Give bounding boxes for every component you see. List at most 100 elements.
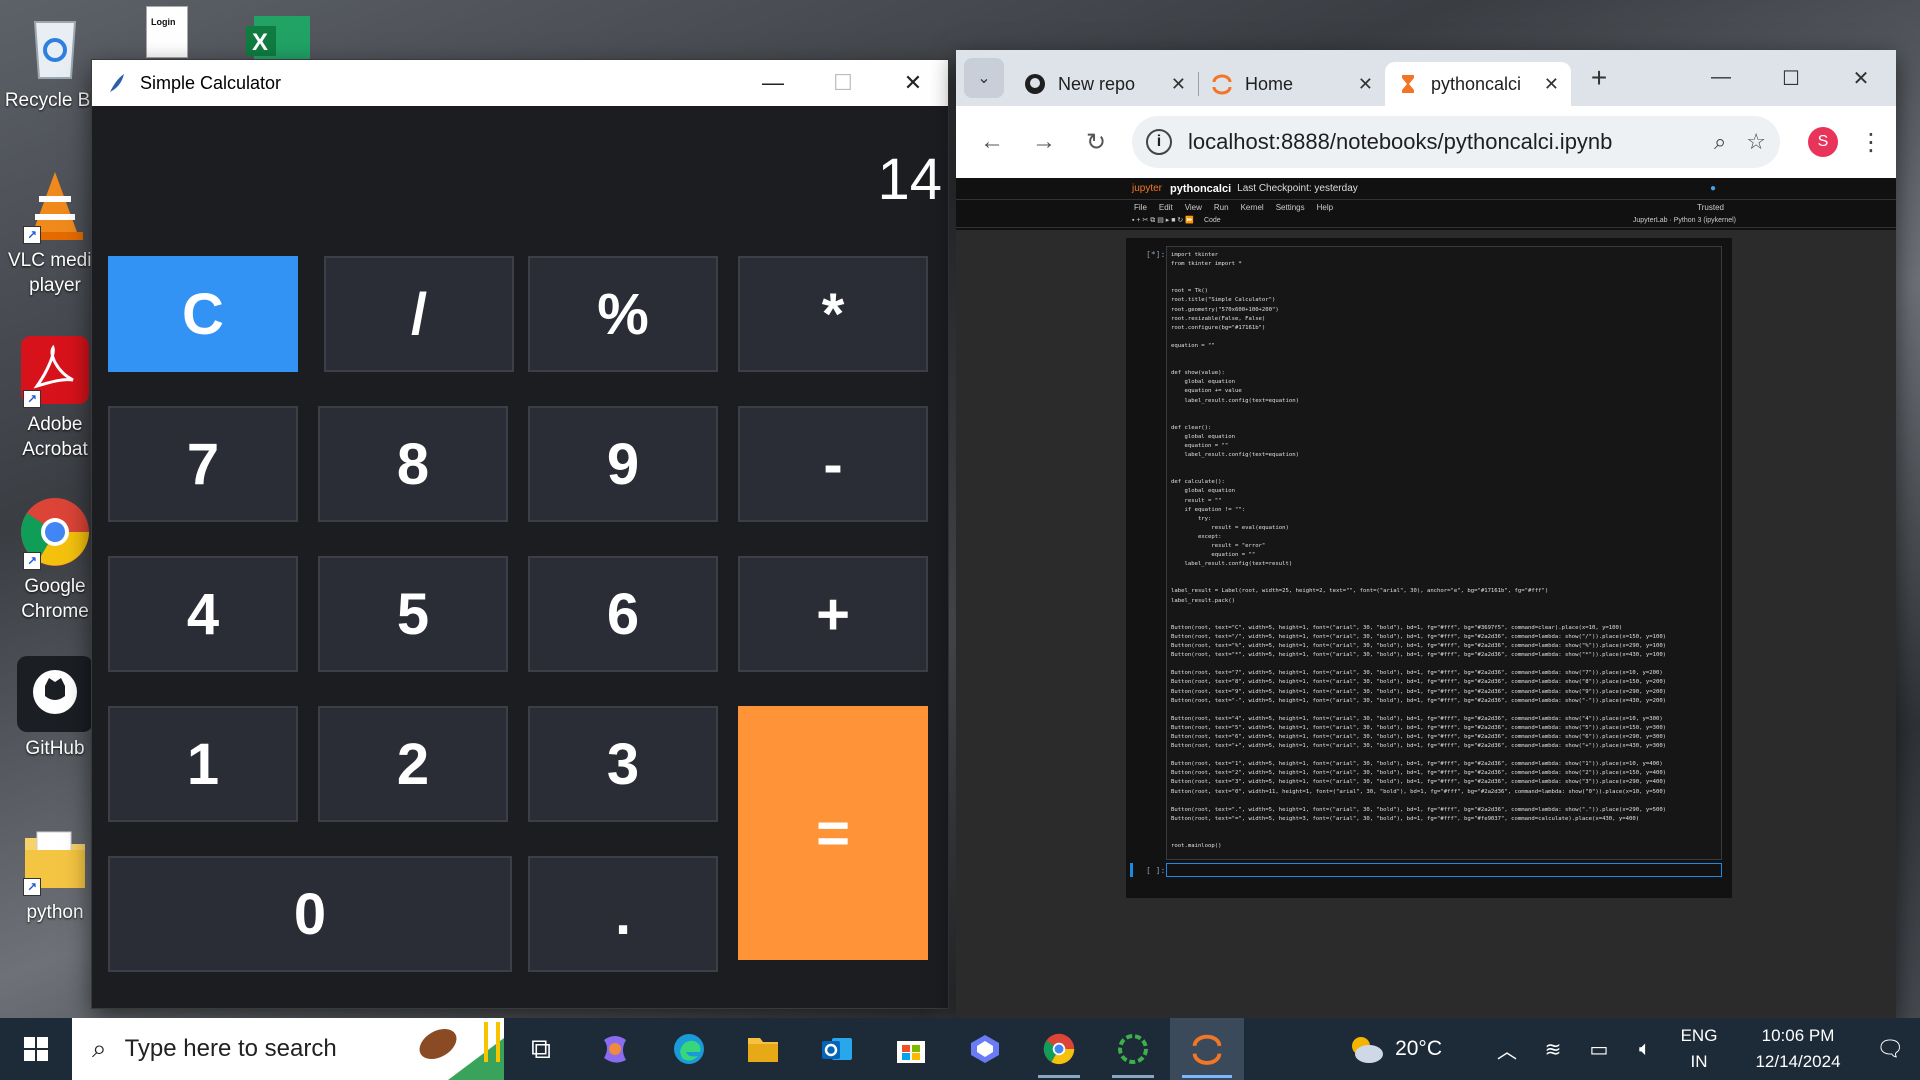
menu-file[interactable]: File: [1134, 203, 1147, 212]
close-tab-icon[interactable]: ✕: [1358, 74, 1373, 95]
microsoft-store-icon[interactable]: [874, 1018, 948, 1080]
shortcut-arrow-icon: ↗: [23, 226, 41, 244]
calculator-display: 14: [877, 147, 942, 212]
minimize-button[interactable]: —: [1686, 66, 1756, 91]
power-automate-icon[interactable]: [948, 1018, 1022, 1080]
reload-icon[interactable]: ↻: [1070, 128, 1122, 157]
one-button[interactable]: 1: [108, 706, 298, 822]
six-button[interactable]: 6: [528, 556, 718, 672]
excel-icon[interactable]: X: [240, 12, 314, 60]
github-icon: [1025, 74, 1045, 94]
notification-center-icon[interactable]: 🗨︎: [1860, 1036, 1920, 1062]
copilot-icon[interactable]: [578, 1018, 652, 1080]
desktop-icon-label: VLC media player: [8, 250, 102, 296]
system-tray: 20°C ︿ ≋ ▭ 🔈︎ ENG IN 10:06 PM 12/14/2024…: [1347, 1023, 1920, 1075]
active-cell-indicator: [1130, 863, 1133, 877]
profile-avatar[interactable]: S: [1808, 127, 1838, 157]
desktop-icon-label: GitHub: [25, 738, 85, 759]
weather-widget[interactable]: 20°C: [1347, 1032, 1442, 1066]
seven-button[interactable]: 7: [108, 406, 298, 522]
close-button[interactable]: ✕: [1826, 66, 1896, 91]
calculator-window: Simple Calculator — ☐ ✕ 14 C / % * 7 8 9…: [92, 60, 948, 1008]
battery-icon[interactable]: ▭: [1576, 1037, 1622, 1062]
menu-kernel[interactable]: Kernel: [1241, 203, 1264, 212]
minus-button[interactable]: -: [738, 406, 928, 522]
start-button[interactable]: [0, 1018, 72, 1080]
trusted-badge[interactable]: Trusted: [1697, 203, 1724, 212]
menu-help[interactable]: Help: [1317, 203, 1333, 212]
back-arrow-icon[interactable]: ←: [966, 128, 1018, 156]
tab-pythoncalci[interactable]: pythoncalci ✕: [1385, 62, 1571, 106]
zero-button[interactable]: 0: [108, 856, 512, 972]
calculator-titlebar[interactable]: Simple Calculator — ☐ ✕: [92, 60, 948, 106]
jupyter-header: jupyter pythoncalci Last Checkpoint: yes…: [956, 178, 1896, 200]
nine-button[interactable]: 9: [528, 406, 718, 522]
toolbar-icons[interactable]: ▪ + ✂ ⧉ ▤ ▸ ■ ↻ ⏩: [1132, 216, 1194, 225]
desktop-icon-label: python: [26, 902, 84, 923]
shortcut-arrow-icon: ↗: [23, 390, 41, 408]
code-cell[interactable]: import tkinter from tkinter import * roo…: [1166, 246, 1722, 860]
github-icon: [17, 656, 93, 732]
minimize-button[interactable]: —: [738, 60, 808, 106]
desktop-icon-label: Recycle Bin: [4, 90, 106, 111]
jupyter-icon: [1212, 74, 1232, 95]
five-button[interactable]: 5: [318, 556, 508, 672]
notebook-area: [*]: import tkinter from tkinter import …: [956, 230, 1896, 1018]
jupyter-taskbar-icon[interactable]: [1170, 1018, 1244, 1080]
close-tab-icon[interactable]: ✕: [1171, 74, 1186, 95]
wifi-icon[interactable]: ≋: [1530, 1037, 1576, 1062]
multiply-button[interactable]: *: [738, 256, 928, 372]
task-view-icon[interactable]: ⧉: [504, 1018, 578, 1080]
forward-arrow-icon[interactable]: →: [1018, 128, 1070, 156]
zoom-icon[interactable]: ⌕: [1714, 129, 1726, 155]
new-tab-button[interactable]: +: [1579, 62, 1619, 94]
close-button[interactable]: ✕: [878, 60, 948, 106]
tab-label: pythoncalci: [1431, 73, 1522, 94]
tab-new-repo[interactable]: New repo ✕: [1012, 62, 1198, 106]
chrome-taskbar-icon[interactable]: [1022, 1018, 1096, 1080]
temperature: 20°C: [1395, 1037, 1442, 1060]
show-hidden-icons-chevron-icon[interactable]: ︿: [1484, 1035, 1530, 1064]
divide-button[interactable]: /: [324, 256, 514, 372]
menu-view[interactable]: View: [1185, 203, 1202, 212]
site-info-icon[interactable]: i: [1146, 129, 1172, 155]
bookmark-star-icon[interactable]: ☆: [1746, 129, 1766, 155]
clear-button[interactable]: C: [108, 256, 298, 372]
dot-button[interactable]: .: [528, 856, 718, 972]
taskbar-search-box[interactable]: ⌕ Type here to search: [72, 1018, 504, 1080]
tab-home[interactable]: Home ✕: [1199, 62, 1385, 106]
jupyter-logo[interactable]: jupyter: [1132, 183, 1162, 194]
tab-label: New repo: [1058, 73, 1136, 94]
plus-button[interactable]: +: [738, 556, 928, 672]
close-tab-icon[interactable]: ✕: [1544, 74, 1559, 95]
clock[interactable]: 10:06 PM 12/14/2024: [1736, 1023, 1860, 1075]
tab-search-button[interactable]: ⌄: [964, 58, 1004, 98]
percent-button[interactable]: %: [528, 256, 718, 372]
checkpoint-text: Last Checkpoint: yesterday: [1237, 183, 1358, 194]
anaconda-icon[interactable]: [1096, 1018, 1170, 1080]
file-explorer-icon[interactable]: [726, 1018, 800, 1080]
language-indicator[interactable]: ENG IN: [1674, 1023, 1724, 1075]
menu-run[interactable]: Run: [1214, 203, 1229, 212]
notebook-name[interactable]: pythoncalci: [1170, 183, 1231, 195]
empty-code-cell[interactable]: [1166, 863, 1722, 877]
menu-edit[interactable]: Edit: [1159, 203, 1173, 212]
four-button[interactable]: 4: [108, 556, 298, 672]
two-button[interactable]: 2: [318, 706, 508, 822]
login-file-thumbnail[interactable]: Login: [146, 6, 188, 58]
maximize-button[interactable]: ☐: [808, 60, 878, 106]
three-button[interactable]: 3: [528, 706, 718, 822]
equals-button[interactable]: =: [738, 706, 928, 960]
taskbar: ⌕ Type here to search ⧉ 20°C ︿ ≋ ▭ 🔈︎ EN…: [0, 1018, 1920, 1080]
address-bar[interactable]: i localhost:8888/notebooks/pythoncalci.i…: [1132, 116, 1780, 168]
more-menu-icon[interactable]: ⋮: [1856, 128, 1886, 157]
time: 10:06 PM: [1761, 1026, 1835, 1045]
outlook-icon[interactable]: [800, 1018, 874, 1080]
hourglass-icon: [1402, 75, 1414, 93]
volume-icon[interactable]: 🔈︎: [1622, 1038, 1668, 1061]
eight-button[interactable]: 8: [318, 406, 508, 522]
menu-settings[interactable]: Settings: [1276, 203, 1305, 212]
maximize-button[interactable]: ☐: [1756, 66, 1826, 91]
cell-type-select[interactable]: Code: [1204, 217, 1221, 224]
edge-icon[interactable]: [652, 1018, 726, 1080]
